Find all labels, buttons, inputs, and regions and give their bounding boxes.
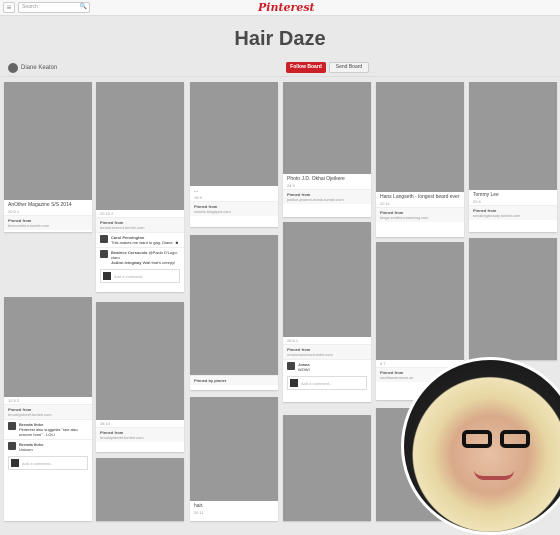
- add-comment-input[interactable]: Add a comment...: [100, 269, 180, 283]
- pin-source[interactable]: Pinned by pinner: [190, 375, 278, 385]
- search-placeholder: Search: [22, 4, 38, 10]
- avatar[interactable]: [100, 250, 108, 258]
- pin-stats: 20 10 2: [100, 211, 114, 216]
- pin-source[interactable]: Pinned from chaets.blogspot.com: [190, 201, 278, 216]
- pin-stats: 24 9: [287, 183, 295, 188]
- pin-card[interactable]: Tommy Lee 20 6 Pinned from smokingbeauty.…: [469, 82, 557, 232]
- pin-stats: 18 9: [194, 195, 202, 200]
- pin-image[interactable]: [283, 222, 371, 337]
- pinterest-logo[interactable]: Pinterest: [258, 1, 315, 14]
- pin-description: hair.: [194, 503, 204, 509]
- pin-card[interactable]: 12 5 2 Pinned from brooklynbeef.tumblr.co…: [4, 297, 92, 521]
- pin-source[interactable]: Pinned from smokingbeauty.tumblr.com: [469, 205, 557, 220]
- pin-card[interactable]: [96, 458, 184, 521]
- pin-card[interactable]: [283, 415, 371, 521]
- pin-card[interactable]: 26 8 1 Pinned from crowcrowcrow.tumblr.co…: [283, 222, 371, 402]
- pin-image[interactable]: [190, 235, 278, 375]
- pin-source[interactable]: Pinned from brooklynbeef.tumblr.com: [4, 404, 92, 419]
- add-comment-input[interactable]: Add a comment...: [8, 456, 88, 470]
- pin-image[interactable]: [96, 82, 184, 210]
- pin-comment: Joana WOW!: [283, 359, 371, 374]
- pin-source[interactable]: Pinned from crowcrowcrow.tumblr.com: [283, 344, 371, 359]
- pin-image[interactable]: [96, 458, 184, 521]
- pin-stats: 20 11: [380, 201, 390, 206]
- pin-description: ...: [194, 188, 199, 194]
- follow-board-button[interactable]: Follow Board: [286, 62, 326, 73]
- pin-image[interactable]: [190, 397, 278, 501]
- send-board-button[interactable]: Send Board: [329, 62, 369, 73]
- avatar[interactable]: [8, 63, 18, 73]
- avatar[interactable]: [100, 235, 108, 243]
- menu-icon[interactable]: ≡: [3, 2, 15, 13]
- pin-card[interactable]: AnOther Magazine S/S 2014 20 6 1 Pinned …: [4, 82, 92, 232]
- pin-image[interactable]: [283, 415, 371, 521]
- avatar[interactable]: [287, 362, 295, 370]
- pin-stats: 20 6 1: [8, 209, 20, 214]
- avatar: [11, 459, 19, 467]
- pin-image[interactable]: [96, 302, 184, 420]
- avatar: [290, 379, 298, 387]
- pin-comment: Brenda Ihrke Unicorn: [4, 439, 92, 454]
- pin-source[interactable]: Pinned from thecoveteur.tumblr.com: [4, 215, 92, 230]
- board-title: Hair Daze: [234, 28, 326, 50]
- pin-card[interactable]: [469, 238, 557, 360]
- glasses-graphic: [462, 430, 532, 448]
- divider: [0, 76, 560, 77]
- pin-stats: 26 8 1: [287, 338, 299, 343]
- pin-image[interactable]: [376, 242, 464, 360]
- avatar[interactable]: [8, 442, 16, 450]
- pin-description: AnOther Magazine S/S 2014: [8, 202, 72, 208]
- pin-comment: Brenda Ihrke Pinterest also suggests "see…: [4, 419, 92, 439]
- pin-source[interactable]: Pinned from brooklynbeef.tumblr.com: [96, 427, 184, 442]
- pin-image[interactable]: [283, 82, 371, 174]
- pin-card[interactable]: Photo J.D. Okhai Ojeikere 24 9 Pinned fr…: [283, 82, 371, 217]
- pin-image[interactable]: [376, 82, 464, 192]
- owner-name[interactable]: Diane Keaton: [21, 65, 57, 71]
- pin-image[interactable]: [190, 82, 278, 186]
- pin-card[interactable]: hair. 20 11: [190, 397, 278, 521]
- pin-comment: Beatrice Cersocolo @Paolo D'Lugo: claro J…: [96, 247, 184, 267]
- pin-image[interactable]: [469, 82, 557, 190]
- pin-card[interactable]: Pinned by pinner: [190, 235, 278, 390]
- board-owner[interactable]: Diane Keaton: [8, 63, 57, 73]
- avatar: [103, 272, 111, 280]
- pin-card[interactable]: 20 10 2 Pinned from beardrevered.tumblr.c…: [96, 82, 184, 292]
- pin-stats: 20 6: [473, 199, 481, 204]
- pin-source[interactable]: Pinned from justice-jeanne-maria.tumblr.c…: [283, 189, 371, 204]
- pin-image[interactable]: [4, 297, 92, 397]
- pin-source[interactable]: Pinned from beardrevered.tumblr.com: [96, 217, 184, 232]
- top-bar: ≡ Search 🔍 Pinterest: [0, 0, 560, 16]
- pin-description: Hans Langseth - longest beard ever: [380, 194, 460, 200]
- pin-image[interactable]: [4, 82, 92, 200]
- pin-stats: 20 11: [194, 510, 204, 515]
- smile-graphic: [474, 470, 514, 480]
- pin-card[interactable]: 28 14 Pinned from brooklynbeef.tumblr.com: [96, 302, 184, 452]
- pin-description: Photo J.D. Okhai Ojeikere: [287, 176, 345, 182]
- pin-stats: 28 14: [100, 421, 111, 426]
- pin-source[interactable]: Pinned from blogs.smithsonianmag.com: [376, 207, 464, 222]
- pin-card[interactable]: ... 18 9 Pinned from chaets.blogspot.com: [190, 82, 278, 227]
- search-icon[interactable]: 🔍: [80, 3, 87, 12]
- add-comment-input[interactable]: Add a comment...: [287, 376, 367, 390]
- pin-comment: Carol Pennington This makes me want to ga…: [96, 232, 184, 247]
- pin-stats: 12 5 2: [8, 398, 20, 403]
- search-input[interactable]: Search 🔍: [18, 2, 90, 13]
- avatar[interactable]: [8, 422, 16, 430]
- pin-card[interactable]: Hans Langseth - longest beard ever 20 11…: [376, 82, 464, 237]
- pin-description: Tommy Lee: [473, 192, 499, 198]
- pin-image[interactable]: [469, 238, 557, 360]
